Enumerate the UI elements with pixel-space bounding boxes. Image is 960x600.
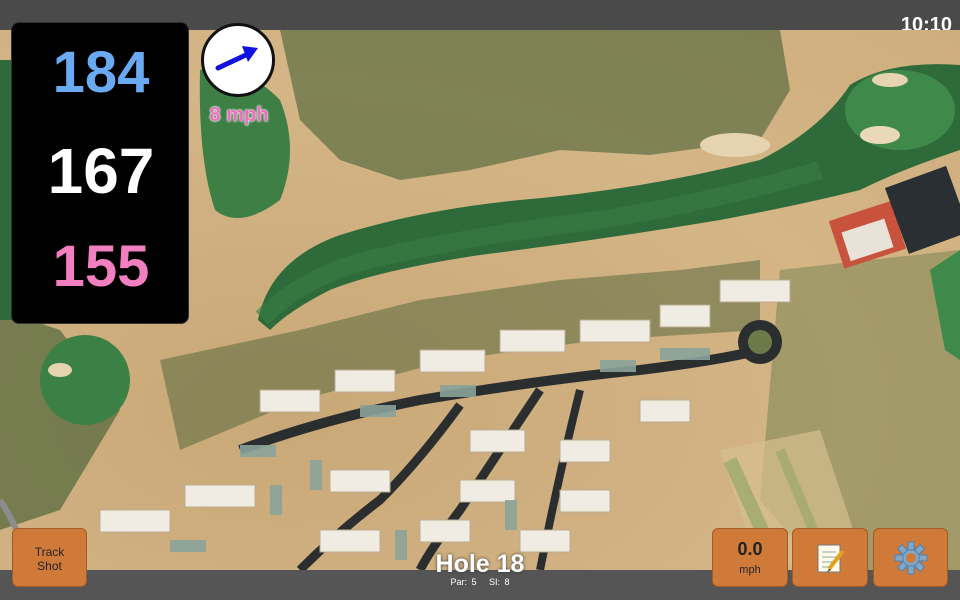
gear-icon bbox=[894, 541, 927, 575]
notes-button[interactable] bbox=[792, 528, 868, 587]
middle-of-green-distance: 167 bbox=[47, 135, 155, 207]
hole-info: Par: 5 SI: 8 bbox=[400, 577, 560, 587]
speed-value: 0.0 bbox=[737, 539, 763, 559]
distance-panel: 184 167 155 bbox=[11, 22, 189, 324]
hole-par: Par: 5 bbox=[450, 577, 477, 587]
speed-unit: mph bbox=[739, 564, 761, 576]
notepad-icon bbox=[817, 544, 845, 573]
track-shot-button[interactable]: Track Shot bbox=[12, 528, 87, 587]
arrow-up-right-icon bbox=[215, 46, 258, 71]
settings-button[interactable] bbox=[873, 528, 948, 587]
wind-indicator[interactable] bbox=[201, 23, 275, 97]
hole-title: Hole 18 bbox=[435, 550, 525, 578]
back-of-green-distance: 184 bbox=[52, 40, 150, 105]
track-shot-label-line2: Shot bbox=[37, 559, 62, 573]
wind-speed: 8 mph bbox=[209, 104, 269, 126]
front-of-green-distance: 155 bbox=[52, 234, 150, 299]
hole-stroke-index: SI: 8 bbox=[489, 577, 510, 587]
track-shot-label-line1: Track bbox=[34, 545, 65, 559]
speed-button[interactable]: 0.0 mph bbox=[712, 528, 788, 587]
